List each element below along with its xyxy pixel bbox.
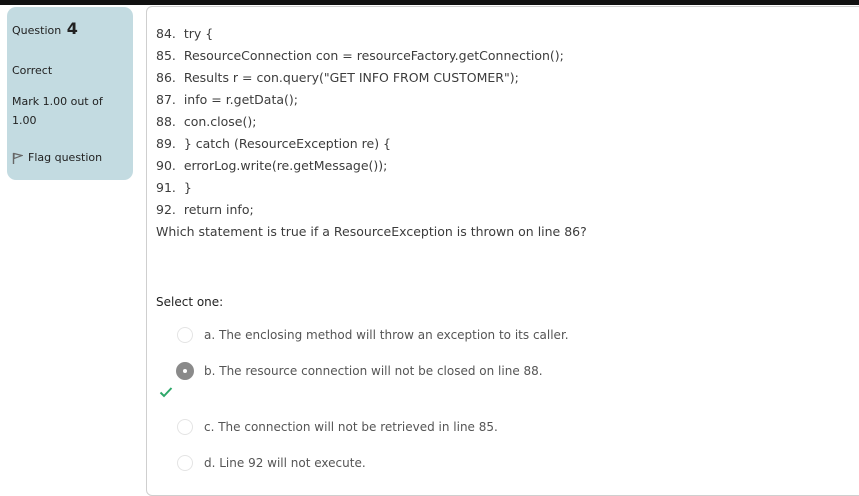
flag-icon — [12, 152, 23, 164]
answer-option-d[interactable]: d. Line 92 will not execute. — [177, 453, 366, 473]
question-text: Which statement is true if a ResourceExc… — [156, 224, 587, 239]
radio-button[interactable] — [177, 327, 193, 343]
answer-option-b[interactable]: b. The resource connection will not be c… — [176, 361, 543, 381]
top-bar — [0, 0, 859, 5]
code-block: 84. try { 85. ResourceConnection con = r… — [156, 23, 564, 221]
question-grade: Mark 1.00 out of 1.00 — [12, 95, 103, 127]
flag-question-label: Flag question — [28, 151, 103, 164]
radio-button[interactable] — [177, 455, 193, 471]
code-line: 85. ResourceConnection con = resourceFac… — [156, 48, 564, 63]
answer-option-label: a. The enclosing method will throw an ex… — [204, 328, 569, 342]
checkmark-icon — [159, 387, 173, 398]
code-line: 90. errorLog.write(re.getMessage()); — [156, 158, 388, 173]
question-label: Question — [12, 24, 62, 37]
question-info-panel: Question 4 Correct Mark 1.00 out of 1.00… — [7, 7, 133, 180]
answer-option-label: c. The connection will not be retrieved … — [204, 420, 498, 434]
question-number-label: Question 4 — [12, 19, 78, 38]
code-line: 91. } — [156, 180, 192, 195]
code-line: 89. } catch (ResourceException re) { — [156, 136, 392, 151]
radio-button-selected[interactable] — [176, 362, 194, 380]
answer-option-c[interactable]: c. The connection will not be retrieved … — [177, 417, 498, 437]
code-line: 88. con.close(); — [156, 114, 257, 129]
answer-option-label: b. The resource connection will not be c… — [204, 364, 543, 378]
select-one-prompt: Select one: — [156, 295, 224, 309]
question-number: 4 — [66, 19, 78, 38]
code-line: 86. Results r = con.query("GET INFO FROM… — [156, 70, 519, 85]
answer-option-a[interactable]: a. The enclosing method will throw an ex… — [177, 325, 569, 345]
flag-question-button[interactable]: Flag question — [12, 151, 102, 164]
code-line: 87. info = r.getData(); — [156, 92, 298, 107]
code-line: 84. try { — [156, 26, 214, 41]
code-line: 92. return info; — [156, 202, 254, 217]
question-state: Correct — [12, 64, 53, 77]
radio-button[interactable] — [177, 419, 193, 435]
answer-option-label: d. Line 92 will not execute. — [204, 456, 366, 470]
